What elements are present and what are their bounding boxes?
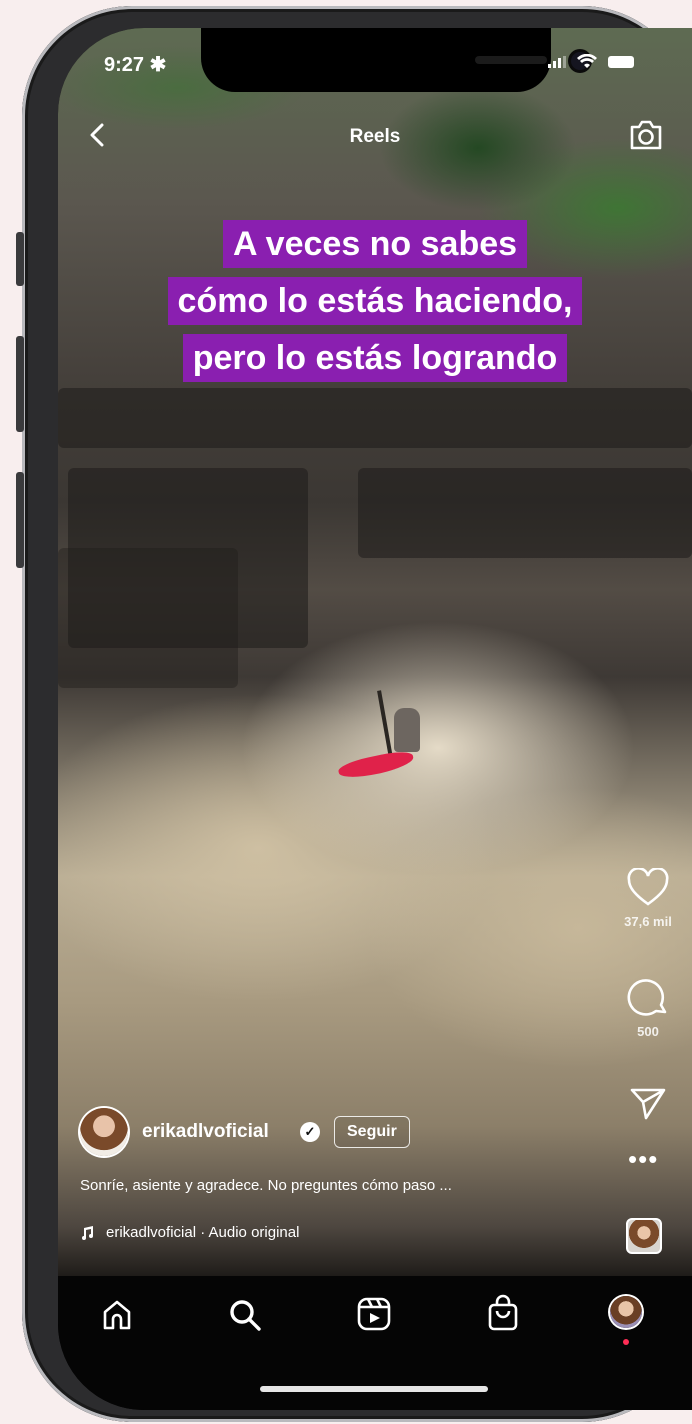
page-title: Reels — [349, 126, 401, 147]
phone-volume-up — [16, 336, 24, 432]
comment-count: 500 — [637, 1024, 659, 1039]
like-action[interactable]: 37,6 mil — [616, 868, 680, 929]
caption-line: cómo lo estás haciendo, — [167, 277, 583, 325]
home-icon[interactable] — [100, 1298, 134, 1332]
notch — [201, 28, 589, 92]
notification-dot — [623, 1339, 629, 1345]
audio-link[interactable]: erikadlvoficial · Audio original — [80, 1224, 299, 1241]
author-username[interactable]: erikadlvoficial — [142, 1121, 269, 1143]
shop-icon[interactable] — [486, 1294, 520, 1332]
reels-icon[interactable] — [356, 1296, 392, 1332]
like-count: 37,6 mil — [624, 914, 672, 929]
status-time: 9:27 ✱ — [104, 52, 166, 77]
caption-line: A veces no sabes — [222, 220, 528, 268]
post-description[interactable]: Sonríe, asiente y agradece. No preguntes… — [80, 1177, 452, 1194]
comment-icon[interactable] — [626, 976, 670, 1018]
phone-volume-down — [16, 472, 24, 568]
follow-button[interactable]: Seguir — [334, 1116, 410, 1148]
camera-icon[interactable] — [628, 118, 664, 152]
verified-badge-icon: ✓ — [300, 1122, 320, 1142]
author-avatar[interactable] — [80, 1108, 128, 1156]
search-icon[interactable] — [228, 1298, 262, 1332]
time-suffix: ✱ — [149, 54, 167, 76]
status-icons — [548, 54, 634, 70]
phone-side-button — [16, 232, 24, 286]
heart-icon[interactable] — [626, 868, 670, 908]
battery-icon — [608, 56, 634, 68]
profile-avatar[interactable] — [610, 1296, 642, 1328]
audio-thumbnail[interactable] — [626, 1218, 662, 1254]
audio-label: erikadlvoficial · Audio original — [106, 1224, 300, 1241]
kayak — [336, 748, 416, 782]
home-indicator[interactable] — [260, 1386, 488, 1392]
video-caption: A veces no sabes cómo lo estás haciendo,… — [58, 220, 692, 391]
reel-video[interactable] — [58, 28, 692, 1276]
music-note-icon — [82, 1225, 93, 1240]
kayaker — [394, 708, 420, 752]
send-icon[interactable] — [627, 1084, 669, 1124]
comment-action[interactable]: 500 — [616, 976, 680, 1039]
signal-icon — [548, 56, 566, 68]
speaker — [475, 56, 547, 64]
time-text: 9:27 — [104, 54, 145, 76]
more-options-icon[interactable]: ••• — [628, 1146, 658, 1172]
caption-line: pero lo estás logrando — [182, 334, 568, 382]
screen: 9:27 ✱ Reels A veces no sabes cómo lo es… — [58, 28, 692, 1410]
share-action[interactable] — [616, 1084, 680, 1124]
wifi-icon — [577, 54, 597, 68]
